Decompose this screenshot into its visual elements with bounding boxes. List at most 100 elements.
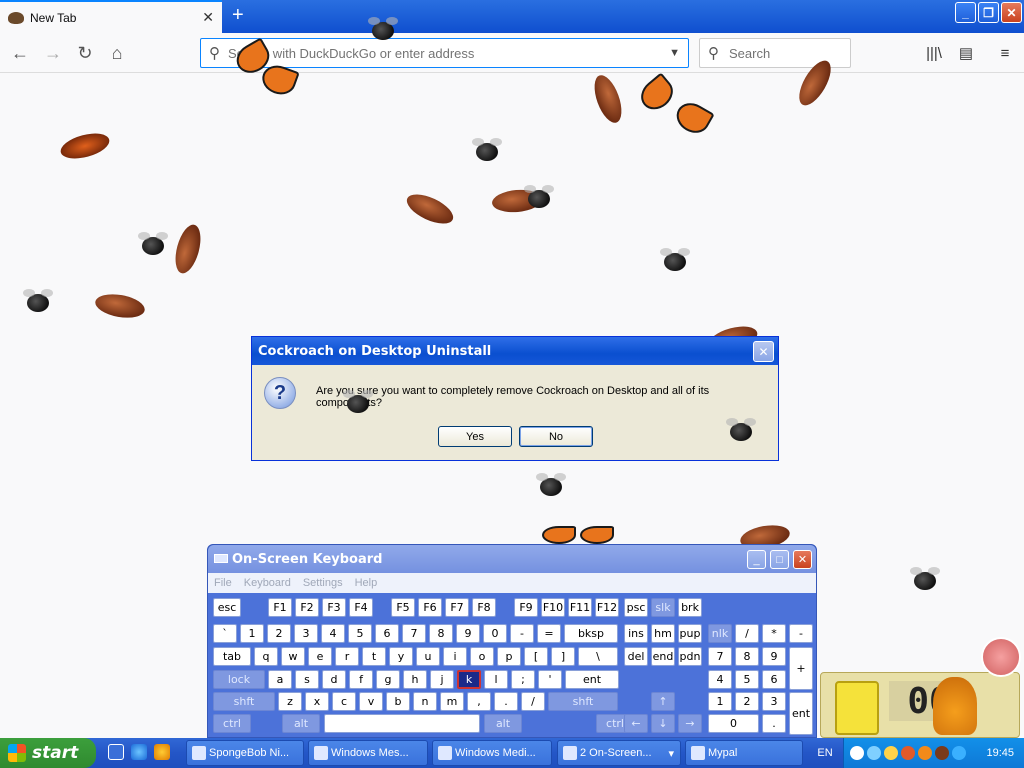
show-desktop-icon[interactable] <box>108 744 124 760</box>
osk-key-F7[interactable]: F7 <box>445 598 469 617</box>
restore-button[interactable]: ❐ <box>978 2 999 23</box>
osk-key-esc[interactable]: esc <box>213 598 241 617</box>
osk-key-d[interactable]: d <box>322 670 346 689</box>
osk-key-_[interactable]: = <box>537 624 561 643</box>
osk-key-e[interactable]: e <box>308 647 332 666</box>
osk-key-F4[interactable]: F4 <box>349 598 373 617</box>
osk-key-b[interactable]: b <box>386 692 410 711</box>
osk-key-_[interactable]: ] <box>551 647 575 666</box>
osk-key-_[interactable]: ; <box>511 670 535 689</box>
osk-key-_[interactable]: . <box>494 692 518 711</box>
osk-key-n[interactable]: n <box>413 692 437 711</box>
osk-key-r[interactable]: r <box>335 647 359 666</box>
osk-key-F3[interactable]: F3 <box>322 598 346 617</box>
osk-key-5[interactable]: 5 <box>735 670 759 689</box>
osk-key-psc[interactable]: psc <box>624 598 648 617</box>
osk-key-pup[interactable]: pup <box>678 624 702 643</box>
osk-key-brk[interactable]: brk <box>678 598 702 617</box>
osk-key-q[interactable]: q <box>254 647 278 666</box>
osk-menu-help[interactable]: Help <box>355 577 378 589</box>
osk-key-0[interactable]: 0 <box>483 624 507 643</box>
osk-key-_[interactable]: [ <box>524 647 548 666</box>
osk-menu-settings[interactable]: Settings <box>303 577 343 589</box>
sidebar-icon[interactable]: ▤ <box>955 42 977 64</box>
back-button[interactable]: ← <box>9 42 31 64</box>
osk-key-lock[interactable]: lock <box>213 670 265 689</box>
osk-key-o[interactable]: o <box>470 647 494 666</box>
dialog-close-button[interactable]: ✕ <box>753 341 774 362</box>
osk-key-_[interactable]: / <box>521 692 545 711</box>
osk-key-4[interactable]: 4 <box>321 624 345 643</box>
task-mypal[interactable]: Mypal <box>685 740 803 766</box>
osk-key-_[interactable]: ' <box>538 670 562 689</box>
osk-key-6[interactable]: 6 <box>762 670 786 689</box>
osk-key-del[interactable]: del <box>624 647 648 666</box>
browser-icon[interactable] <box>901 746 915 760</box>
internet-explorer-icon[interactable] <box>131 744 147 760</box>
osk-key-space[interactable] <box>324 714 480 733</box>
osk-key-bksp[interactable]: bksp <box>564 624 618 643</box>
osk-key-_[interactable]: * <box>762 624 786 643</box>
osk-key-ctrl[interactable]: ctrl <box>213 714 251 733</box>
volume-icon[interactable] <box>952 746 966 760</box>
osk-key-_[interactable]: ← <box>624 714 648 733</box>
reload-button[interactable]: ↻ <box>74 42 96 64</box>
yes-button[interactable]: Yes <box>438 426 512 447</box>
osk-key-_[interactable]: ` <box>213 624 237 643</box>
task-on-screen-keyboard[interactable]: 2 On-Screen... ▾ <box>557 740 681 766</box>
osk-key-f[interactable]: f <box>349 670 373 689</box>
osk-key-c[interactable]: c <box>332 692 356 711</box>
osk-key-alt[interactable]: alt <box>484 714 522 733</box>
osk-key-7[interactable]: 7 <box>708 647 732 666</box>
tab-close-icon[interactable]: ✕ <box>202 9 214 26</box>
osk-key-pdn[interactable]: pdn <box>678 647 702 666</box>
osk-key-1[interactable]: 1 <box>708 692 732 711</box>
osk-minimize-button[interactable]: _ <box>747 550 766 569</box>
osk-key-3[interactable]: 3 <box>294 624 318 643</box>
task-windows-messenger[interactable]: Windows Mes... <box>308 740 428 766</box>
osk-key-8[interactable]: 8 <box>429 624 453 643</box>
library-icon[interactable]: |||\ <box>923 42 945 64</box>
osk-key-9[interactable]: 9 <box>456 624 480 643</box>
language-indicator[interactable]: EN <box>808 738 842 768</box>
new-tab-button[interactable]: + <box>232 5 244 25</box>
osk-key-F1[interactable]: F1 <box>268 598 292 617</box>
osk-key-2[interactable]: 2 <box>267 624 291 643</box>
osk-key-tab[interactable]: tab <box>213 647 251 666</box>
osk-key-_[interactable]: ↓ <box>651 714 675 733</box>
osk-key-shft[interactable]: shft <box>213 692 275 711</box>
osk-key-x[interactable]: x <box>305 692 329 711</box>
osk-key-_[interactable]: . <box>762 714 786 733</box>
osk-key-_[interactable]: - <box>510 624 534 643</box>
osk-key-6[interactable]: 6 <box>375 624 399 643</box>
osk-key-0[interactable]: 0 <box>708 714 759 733</box>
osk-key-m[interactable]: m <box>440 692 464 711</box>
osk-key-y[interactable]: y <box>389 647 413 666</box>
osk-key-i[interactable]: i <box>443 647 467 666</box>
chevron-down-icon[interactable]: ▼ <box>669 47 680 59</box>
osk-key-t[interactable]: t <box>362 647 386 666</box>
messenger-icon[interactable] <box>867 746 881 760</box>
osk-key-_[interactable]: , <box>467 692 491 711</box>
menu-icon[interactable]: ≡ <box>994 42 1016 64</box>
osk-key-g[interactable]: g <box>376 670 400 689</box>
osk-key-h[interactable]: h <box>403 670 427 689</box>
osk-key-2[interactable]: 2 <box>735 692 759 711</box>
osk-key-v[interactable]: v <box>359 692 383 711</box>
osk-key-F8[interactable]: F8 <box>472 598 496 617</box>
osk-key-slk[interactable]: slk <box>651 598 675 617</box>
osk-key-3[interactable]: 3 <box>762 692 786 711</box>
network-icon[interactable] <box>850 746 864 760</box>
osk-key-9[interactable]: 9 <box>762 647 786 666</box>
osk-key-hm[interactable]: hm <box>651 624 675 643</box>
osk-key-F12[interactable]: F12 <box>595 598 619 617</box>
butterfly-icon[interactable] <box>918 746 932 760</box>
osk-key-alt[interactable]: alt <box>282 714 320 733</box>
close-button[interactable]: ✕ <box>1001 2 1022 23</box>
osk-key-ent[interactable]: ent <box>565 670 619 689</box>
osk-key-z[interactable]: z <box>278 692 302 711</box>
no-button[interactable]: No <box>519 426 593 447</box>
osk-close-button[interactable]: ✕ <box>793 550 812 569</box>
osk-key-F5[interactable]: F5 <box>391 598 415 617</box>
osk-key-_[interactable]: - <box>789 624 813 643</box>
